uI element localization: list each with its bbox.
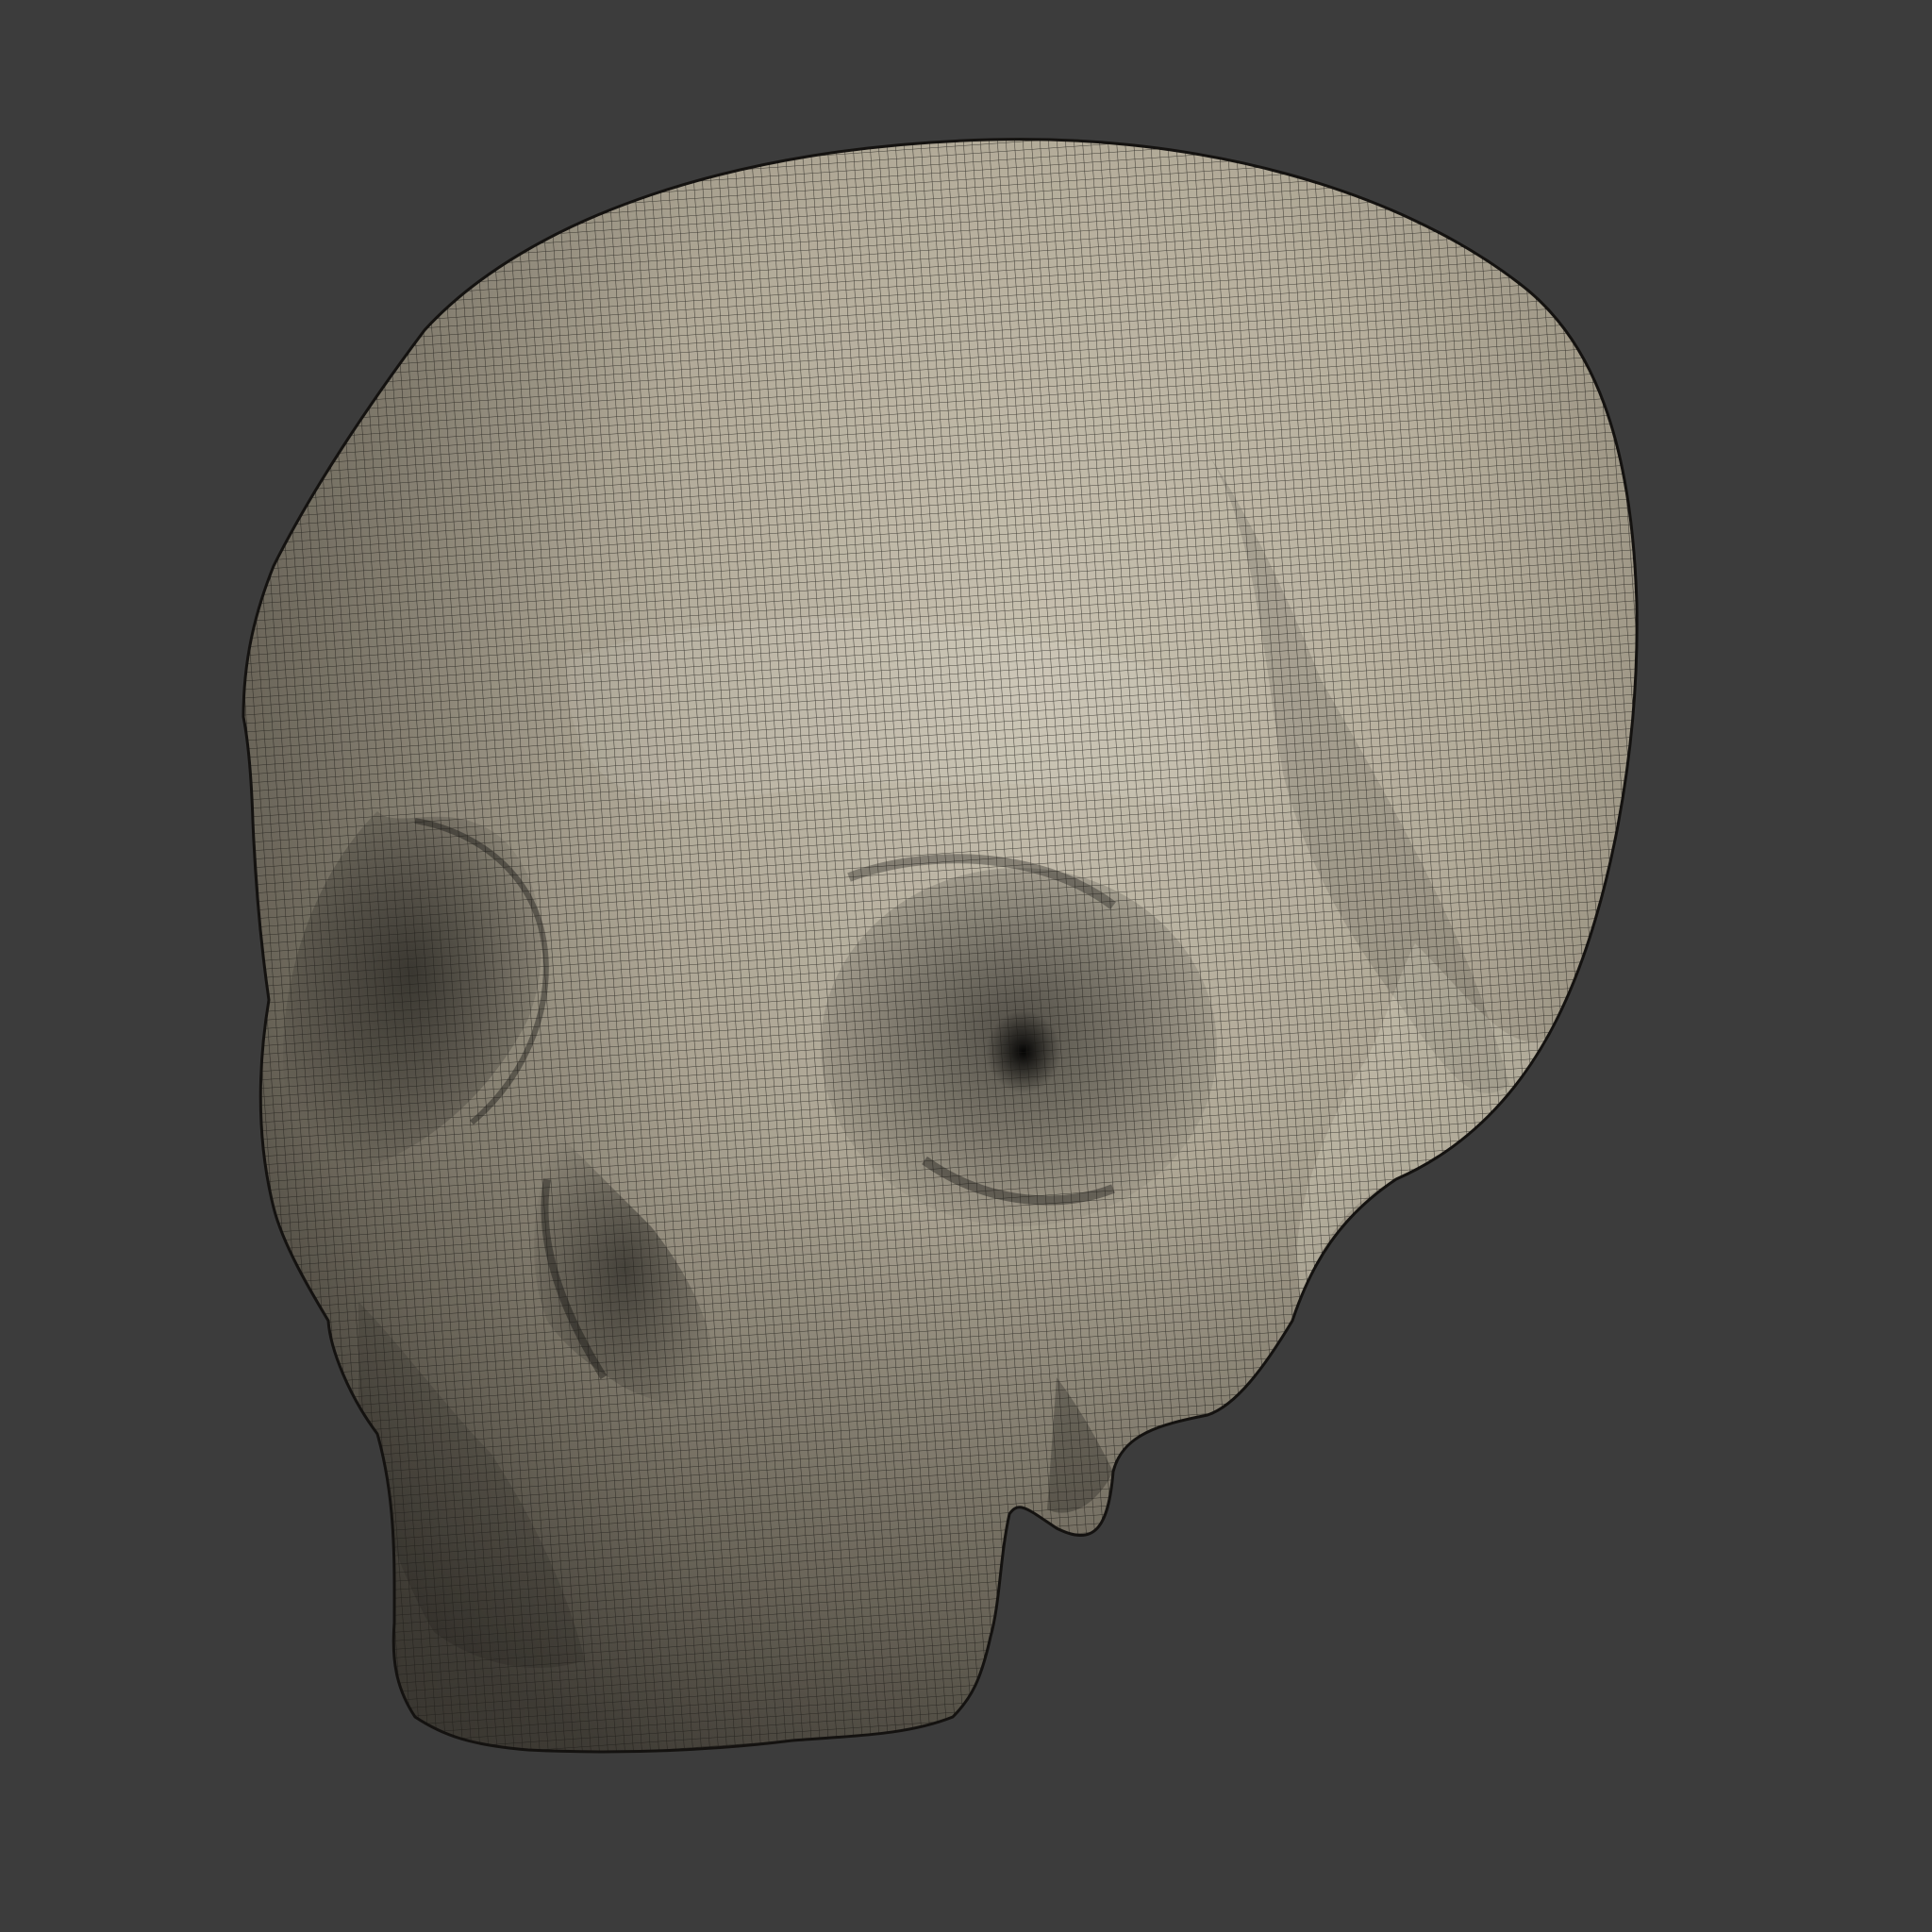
skull-model[interactable] — [0, 0, 1932, 1932]
3d-viewport[interactable] — [0, 0, 1932, 1932]
wireframe-overlay — [243, 139, 1638, 1752]
skull-body — [242, 138, 1639, 1754]
